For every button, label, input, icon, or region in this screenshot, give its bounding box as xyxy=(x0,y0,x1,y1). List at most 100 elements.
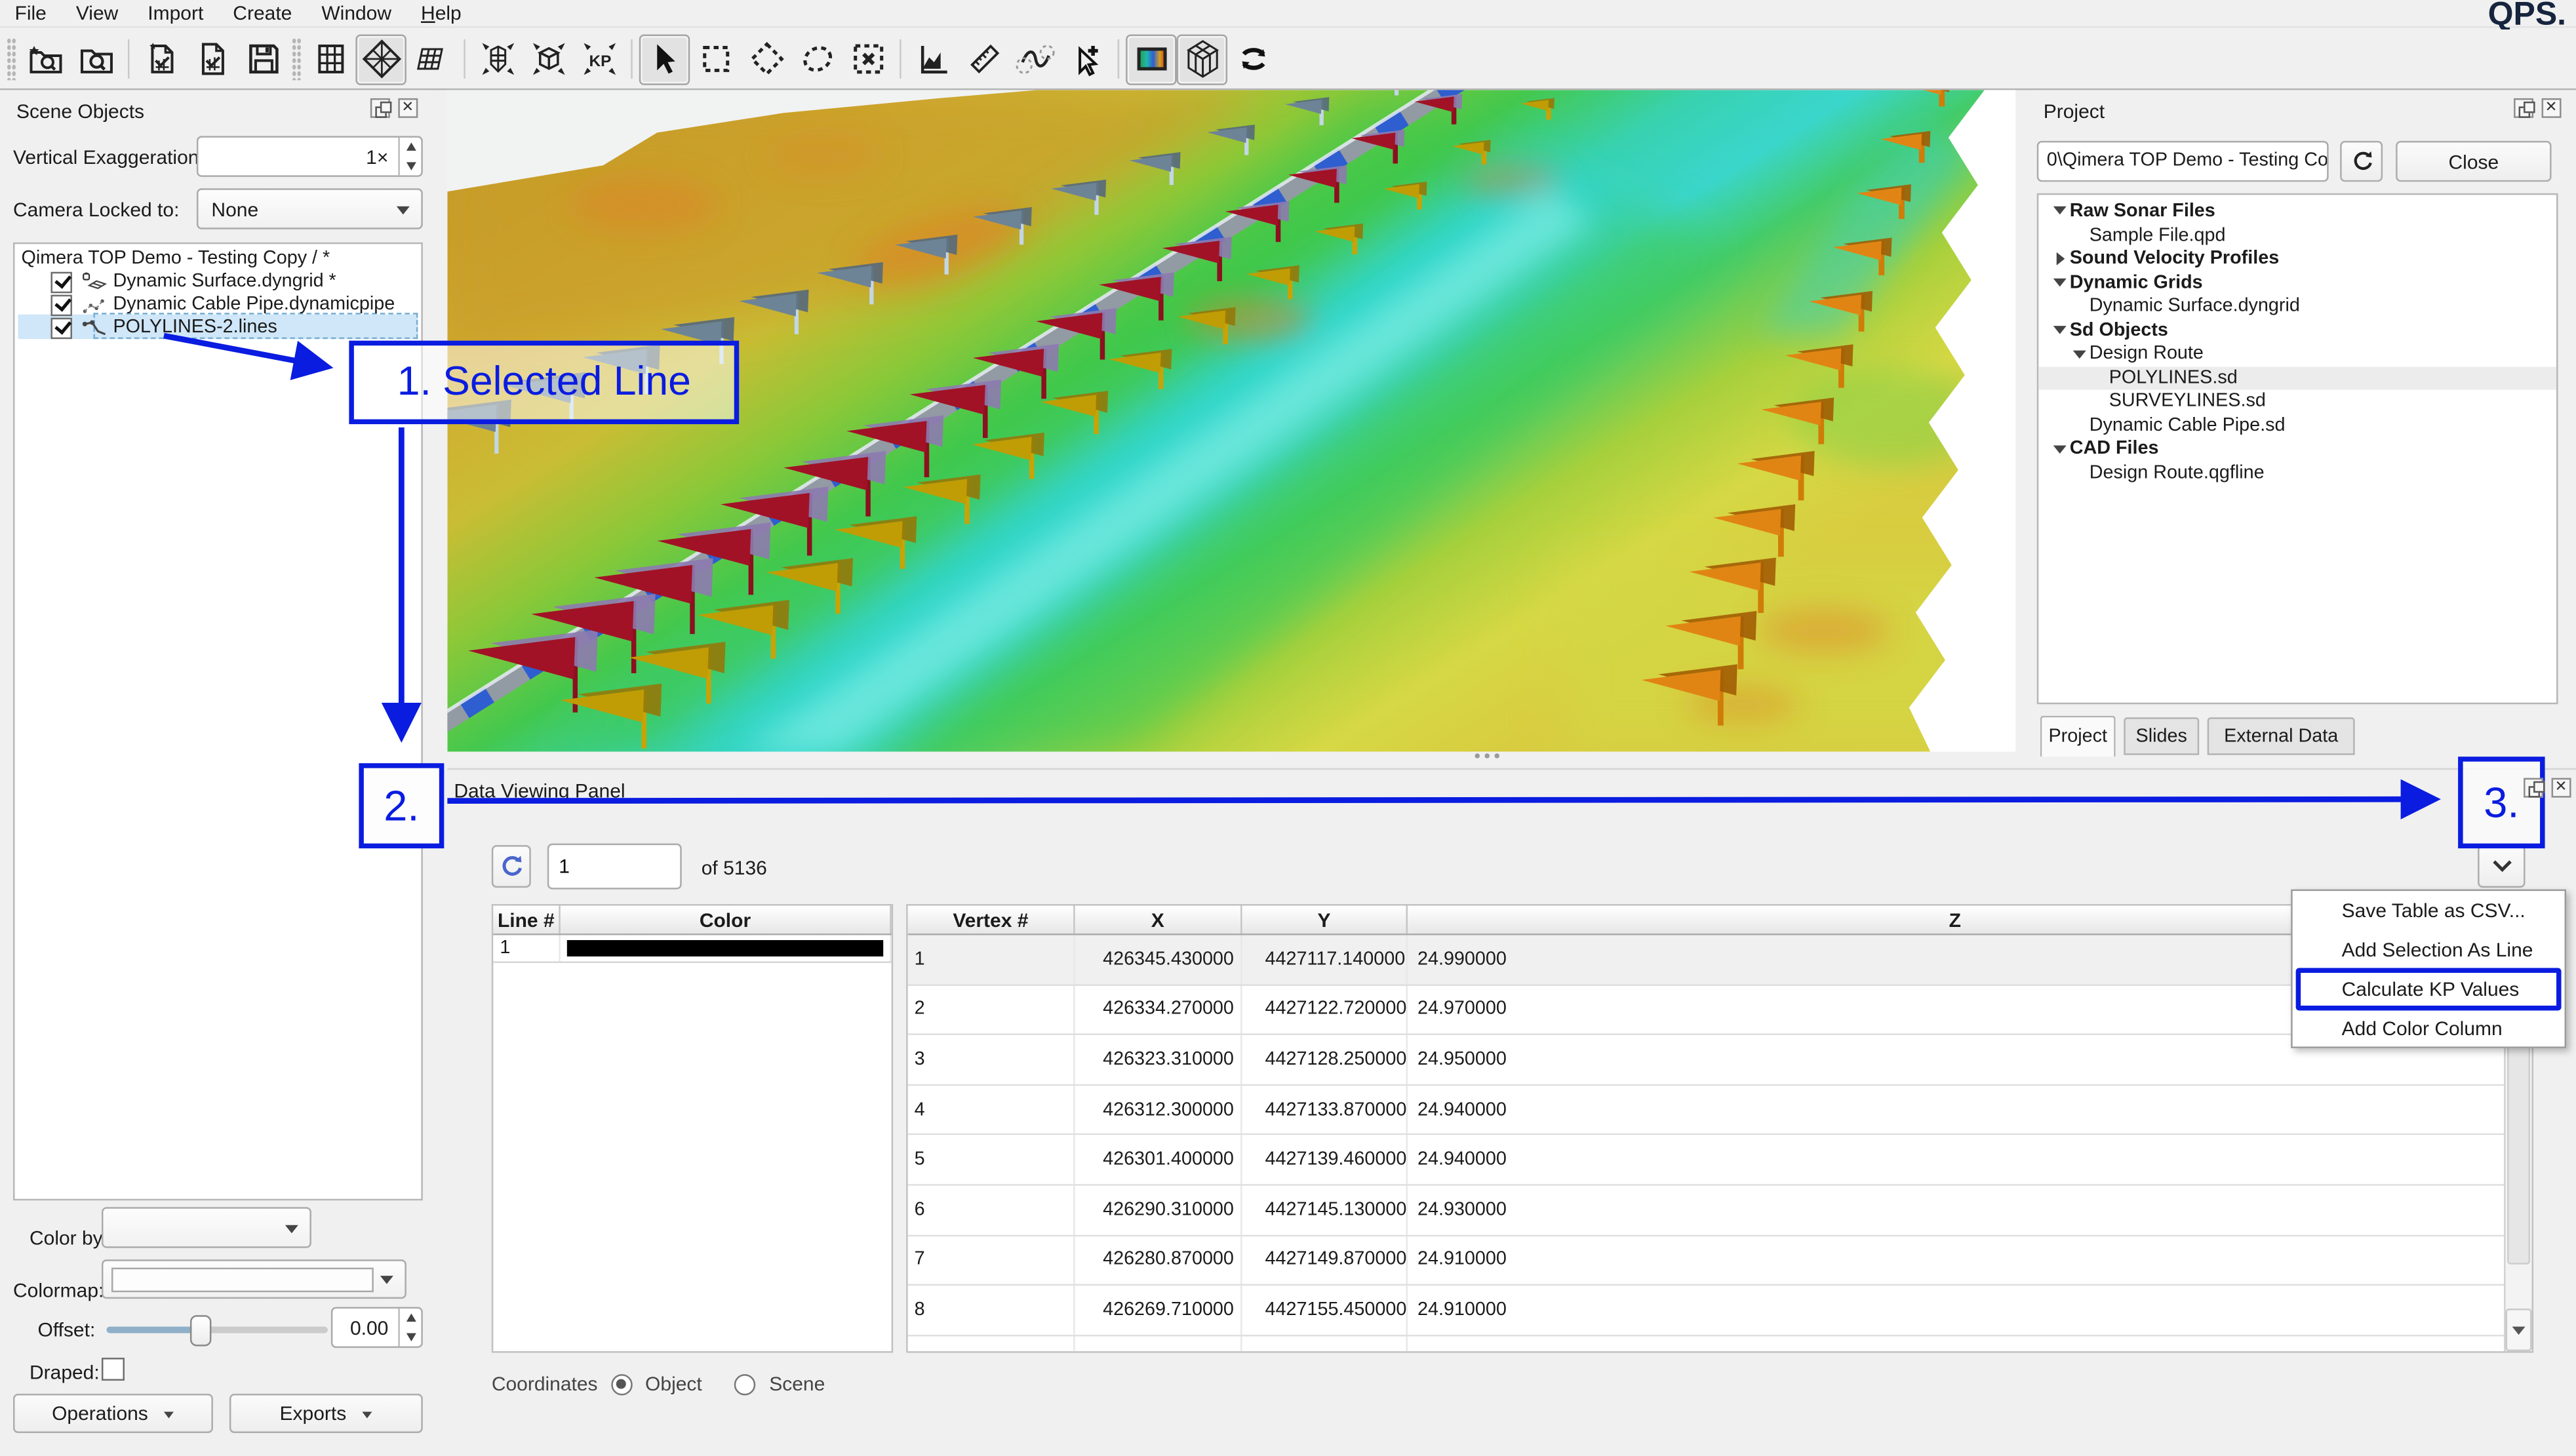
menu-import[interactable]: Import xyxy=(133,0,218,27)
vertex-row-7[interactable]: 7426280.8700004427149.87000024.910000 xyxy=(908,1236,2504,1286)
tree-expand-icon[interactable] xyxy=(2050,271,2070,295)
line-table[interactable]: Line # Color 1 xyxy=(492,904,893,1353)
scroll-down-button[interactable] xyxy=(2506,1308,2532,1351)
toolbar-drag-handle[interactable] xyxy=(292,37,302,80)
color-header[interactable]: Color xyxy=(561,906,892,934)
colormap-toggle-button[interactable] xyxy=(1126,33,1176,84)
close-project-button[interactable]: Close xyxy=(2396,141,2551,182)
grid-table-button[interactable] xyxy=(305,33,355,84)
coordinates-scene-radio[interactable] xyxy=(735,1373,756,1394)
import-processed-file-button[interactable] xyxy=(187,33,237,84)
line-table-row[interactable]: 1 xyxy=(493,935,891,963)
grid-3d-toggle-button[interactable] xyxy=(1177,33,1227,84)
menu-item-save-table-csv[interactable]: Save Table as CSV... xyxy=(2293,891,2565,930)
vertex-number-header[interactable]: Vertex # xyxy=(908,906,1075,934)
tree-item-polylines[interactable]: POLYLINES-2.lines xyxy=(50,316,277,339)
project-tree-item-cad-files[interactable]: CAD Files xyxy=(2038,438,2556,462)
vertex-row-5[interactable]: 5426301.4000004427139.46000024.940000 xyxy=(908,1135,2504,1185)
vertex-row-1[interactable]: 1426345.4300004427117.14000024.990000 xyxy=(908,935,2504,985)
open-project-button[interactable] xyxy=(70,33,121,84)
menu-item-add-color-column[interactable]: Add Color Column xyxy=(2293,1009,2565,1048)
refresh-project-button[interactable] xyxy=(2340,141,2383,182)
tree-root-item[interactable]: Qimera TOP Demo - Testing Copy / * xyxy=(21,247,330,270)
zoom-to-kp-button[interactable]: KP xyxy=(574,33,624,84)
y-header[interactable]: Y xyxy=(1242,906,1408,934)
offset-spinbox[interactable]: 0.00 xyxy=(331,1307,423,1348)
close-panel-icon[interactable] xyxy=(2542,98,2562,118)
tree-item-dynamic-surface[interactable]: Dynamic Surface.dyngrid * xyxy=(50,270,336,293)
tree-expand-icon[interactable] xyxy=(2070,343,2090,366)
visibility-checkbox[interactable] xyxy=(50,271,71,292)
rotate-view-button[interactable] xyxy=(1227,33,1278,84)
draped-checkbox[interactable] xyxy=(102,1358,125,1381)
project-tree-item-sd-objects[interactable]: Sd Objects xyxy=(2038,319,2556,343)
project-tree-item-sample-file-qpd[interactable]: Sample File.qpd xyxy=(2038,224,2556,247)
add-point-tool-button[interactable] xyxy=(1060,33,1111,84)
tree-expand-icon[interactable] xyxy=(2050,247,2070,271)
vertex-row-2[interactable]: 2426334.2700004427122.72000024.970000 xyxy=(908,985,2504,1035)
vertex-row-9[interactable]: 9426258.5400004427161.04000024.900000 xyxy=(908,1336,2504,1353)
select-lasso-button[interactable] xyxy=(791,33,842,84)
profile-view-button[interactable] xyxy=(908,33,959,84)
close-panel-icon[interactable] xyxy=(2552,778,2571,798)
measure-tool-button[interactable] xyxy=(959,33,1009,84)
exports-button[interactable]: Exports xyxy=(229,1394,423,1433)
slider-handle[interactable] xyxy=(190,1315,211,1346)
float-panel-icon[interactable] xyxy=(370,98,390,118)
dynamic-grid-view-button[interactable] xyxy=(355,33,406,84)
project-tree-item-sound-velocity-profiles[interactable]: Sound Velocity Profiles xyxy=(2038,247,2556,271)
vertex-row-4[interactable]: 4426312.3000004427133.87000024.940000 xyxy=(908,1086,2504,1135)
line-number-header[interactable]: Line # xyxy=(493,906,560,934)
offset-spinner[interactable] xyxy=(398,1308,421,1346)
tab-slides[interactable]: Slides xyxy=(2124,717,2199,755)
menu-file[interactable]: File xyxy=(0,0,61,27)
import-raw-file-button[interactable] xyxy=(136,33,186,84)
new-project-button[interactable] xyxy=(20,33,70,84)
project-tree-item-dynamic-grids[interactable]: Dynamic Grids xyxy=(2038,271,2556,295)
select-polygon-button[interactable] xyxy=(741,33,791,84)
tree-expand-icon[interactable] xyxy=(2050,319,2070,343)
select-rectangle-button[interactable] xyxy=(690,33,740,84)
project-tree-item-design-route-qgfline[interactable]: Design Route.qgfline xyxy=(2038,462,2556,486)
menu-view[interactable]: View xyxy=(61,0,132,27)
offset-slider[interactable] xyxy=(106,1325,327,1335)
project-tree-item-dynamic-cable-pipe-sd[interactable]: Dynamic Cable Pipe.sd xyxy=(2038,414,2556,438)
menu-create[interactable]: Create xyxy=(218,0,307,27)
project-tree-item-raw-sonar-files[interactable]: Raw Sonar Files xyxy=(2038,200,2556,224)
tree-item-dynamic-cable-pipe[interactable]: Dynamic Cable Pipe.dynamicpipe xyxy=(50,293,395,316)
spline-tool-button[interactable] xyxy=(1010,33,1060,84)
coordinates-object-radio[interactable] xyxy=(611,1373,632,1394)
float-panel-icon[interactable] xyxy=(2514,98,2533,118)
x-header[interactable]: X xyxy=(1075,906,1242,934)
visibility-checkbox[interactable] xyxy=(50,317,71,338)
project-tree-item-surveylines-sd[interactable]: SURVEYLINES.sd xyxy=(2038,391,2556,414)
flat-grid-view-button[interactable] xyxy=(406,33,457,84)
color-by-dropdown[interactable] xyxy=(102,1207,311,1248)
project-path-field[interactable]: 0\Qimera TOP Demo - Testing Copy xyxy=(2037,141,2329,182)
zoom-to-grid-button[interactable] xyxy=(472,33,523,84)
vertical-exaggeration-spinner[interactable] xyxy=(398,138,421,175)
vertex-row-6[interactable]: 6426290.3100004427145.13000024.930000 xyxy=(908,1186,2504,1236)
tree-expand-icon[interactable] xyxy=(2050,438,2070,462)
vertex-table[interactable]: Vertex # X Y Z 1426345.4300004427117.140… xyxy=(906,904,2533,1353)
menu-help[interactable]: Help xyxy=(406,0,477,27)
refresh-table-button[interactable] xyxy=(492,845,531,888)
toolbar-drag-handle[interactable] xyxy=(7,37,16,80)
camera-locked-dropdown[interactable]: None xyxy=(197,188,423,229)
vertex-row-8[interactable]: 8426269.7100004427155.45000024.910000 xyxy=(908,1286,2504,1336)
dock-splitter-handle[interactable] xyxy=(1475,753,1514,761)
table-menu-dropdown-button[interactable] xyxy=(2478,845,2525,888)
colormap-dropdown[interactable] xyxy=(102,1259,406,1299)
close-panel-icon[interactable] xyxy=(398,98,418,118)
vertical-exaggeration-spinbox[interactable]: 1× xyxy=(197,136,423,176)
project-tree-item-dynamic-surface-dyngrid[interactable]: Dynamic Surface.dyngrid xyxy=(2038,295,2556,319)
visibility-checkbox[interactable] xyxy=(50,294,71,315)
project-tree[interactable]: Raw Sonar FilesSample File.qpdSound Velo… xyxy=(2037,193,2558,704)
tree-expand-icon[interactable] xyxy=(2050,200,2070,224)
operations-button[interactable]: Operations xyxy=(13,1394,213,1433)
tab-external-data[interactable]: External Data xyxy=(2208,717,2355,755)
project-tree-item-design-route[interactable]: Design Route xyxy=(2038,343,2556,366)
tab-project[interactable]: Project xyxy=(2040,716,2116,757)
record-number-input[interactable] xyxy=(547,844,682,890)
clear-selection-button[interactable] xyxy=(842,33,893,84)
